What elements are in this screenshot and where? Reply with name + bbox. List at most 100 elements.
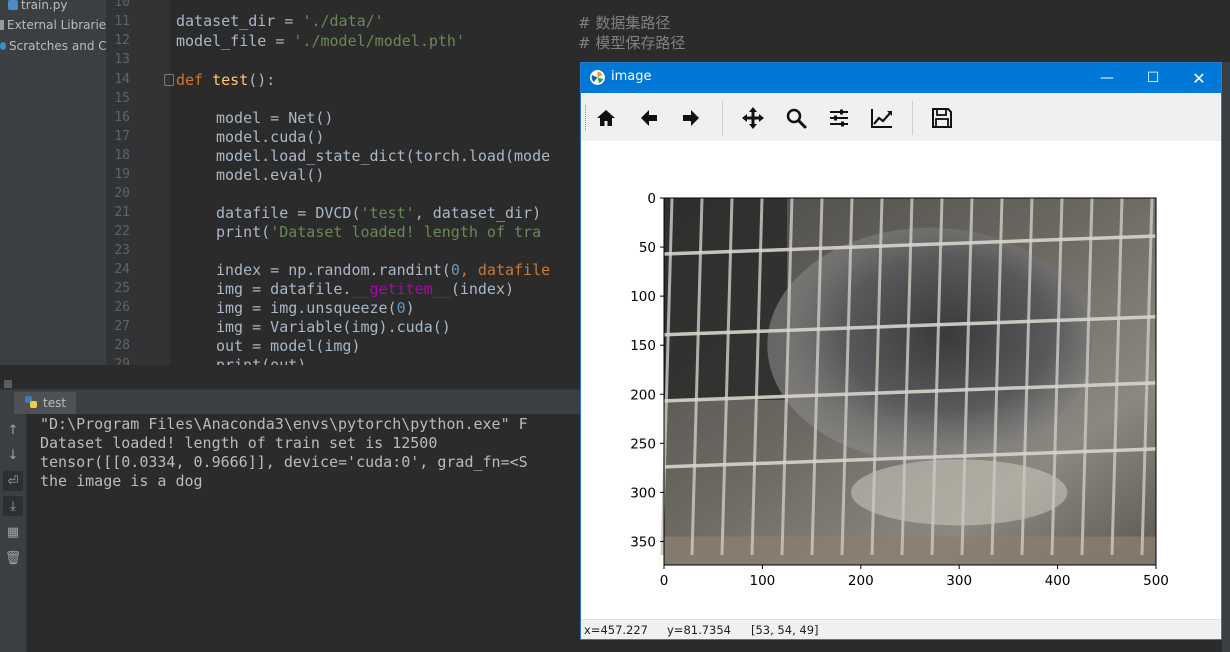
scrollbar-thumb[interactable]	[4, 380, 12, 388]
line-number: 25	[114, 281, 130, 296]
code-line-11: dataset_dir = './data/'	[176, 12, 384, 30]
print-icon[interactable]: ▦	[3, 522, 23, 542]
project-file-train[interactable]: train.py	[8, 0, 67, 15]
line-number: 11	[114, 14, 130, 29]
project-external-libraries[interactable]: External Libraries	[0, 15, 106, 35]
photo-dark-region	[664, 198, 787, 400]
edit-axis-icon[interactable]	[867, 103, 897, 133]
y-tick-label: 350	[630, 534, 656, 550]
editor-horizontal-scrollbar[interactable]	[0, 365, 580, 380]
x-tick-label: 100	[750, 573, 776, 589]
dog-light-fur	[850, 459, 1068, 526]
line-number: 27	[114, 319, 130, 334]
line-number: 19	[114, 167, 130, 182]
fold-marker-icon[interactable]	[164, 74, 174, 86]
line-number: 20	[114, 186, 130, 201]
configure-subplots-icon[interactable]	[824, 103, 854, 133]
line-number: 21	[114, 205, 130, 220]
run-toolbar: ↑ ↓ ⏎ ⤓ ▦ 🗑	[0, 414, 27, 652]
run-panel-header	[0, 390, 580, 415]
figure-window: image — ☐ ✕ 0 100 200 300 400 500 0 50 1…	[580, 62, 1222, 640]
python-icon	[24, 395, 38, 412]
y-tick-label: 0	[647, 191, 656, 207]
figure-canvas[interactable]: 0 100 200 300 400 500 0 50 100 150 200 250 300 350	[581, 141, 1221, 619]
code-line-19: model.eval()	[216, 166, 325, 184]
line-number: 14	[114, 72, 130, 87]
x-tick-label: 500	[1143, 573, 1169, 589]
minimize-icon[interactable]: —	[1084, 63, 1130, 93]
y-tick-label: 300	[630, 485, 656, 501]
line-number: 12	[114, 33, 130, 48]
code-line-22: print('Dataset loaded! length of tra	[216, 223, 542, 241]
code-line-24: index = np.random.randint(0, datafile	[216, 261, 551, 279]
down-arrow-icon[interactable]: ↓	[3, 445, 23, 465]
code-line-14: def test():	[176, 71, 276, 89]
figure-toolbar	[581, 93, 1221, 141]
code-line-27: img = Variable(img).cuda()	[216, 318, 451, 336]
scroll-to-end-icon[interactable]: ⤓	[3, 496, 23, 516]
code-comment-12: # 模型保存路径	[578, 34, 686, 52]
line-number: 23	[114, 243, 130, 258]
code-line-12: model_file = './model/model.pth'	[176, 32, 465, 50]
code-line-16: model = Net()	[216, 109, 334, 127]
toolbar-separator	[912, 101, 913, 135]
library-icon	[0, 20, 4, 30]
line-number: 28	[114, 338, 130, 353]
ide-right-edge	[1222, 62, 1230, 652]
figure-statusbar: x=457.227 y=81.7354 [53, 54, 49]	[581, 619, 1221, 639]
close-icon[interactable]: ✕	[1176, 63, 1221, 93]
y-tick-label: 100	[630, 289, 656, 305]
code-line-26: img = img.unsqueeze(0)	[216, 299, 415, 317]
code-line-21: datafile = DVCD('test', dataset_dir)	[216, 204, 542, 222]
forward-arrow-icon[interactable]	[676, 103, 706, 133]
line-number: 22	[114, 224, 130, 239]
code-comment-11: # 数据集路径	[578, 14, 671, 32]
x-tick-label: 400	[1045, 573, 1071, 589]
image-plot[interactable]: 0 100 200 300 400 500 0 50 100 150 200 250 300 350	[581, 141, 1221, 619]
x-tick-label: 0	[660, 573, 669, 589]
code-line-17: model.cuda()	[216, 128, 325, 146]
console-line: Dataset loaded! length of train set is 1…	[40, 434, 438, 452]
toolbar-separator	[722, 101, 723, 135]
line-number: 13	[114, 52, 130, 67]
code-line-18: model.load_state_dict(torch.load(mode	[216, 147, 551, 165]
project-scratches[interactable]: Scratches and Consoles	[0, 36, 106, 56]
status-y: y=81.7354	[667, 623, 731, 637]
window-title: image	[611, 69, 652, 84]
line-number: 18	[114, 148, 130, 163]
console-line: "D:\Program Files\Anaconda3\envs\pytorch…	[40, 415, 528, 433]
pan-icon[interactable]	[738, 103, 768, 133]
code-line-25: img = datafile.__getitem__(index)	[216, 280, 515, 298]
run-tab-test[interactable]: test	[14, 392, 77, 414]
scratches-icon	[0, 42, 6, 50]
status-rgb: [53, 54, 49]	[751, 623, 819, 637]
zoom-icon[interactable]	[781, 103, 811, 133]
y-tick-label: 250	[630, 436, 656, 452]
status-x: x=457.227	[584, 623, 648, 637]
x-tick-label: 200	[848, 573, 874, 589]
line-number: 17	[114, 129, 130, 144]
soft-wrap-icon[interactable]: ⏎	[3, 471, 23, 491]
back-arrow-icon[interactable]	[634, 103, 664, 133]
toolbar-grip	[585, 105, 589, 131]
home-icon[interactable]	[591, 103, 621, 133]
maximize-icon[interactable]: ☐	[1130, 63, 1176, 93]
y-tick-label: 200	[630, 387, 656, 403]
up-arrow-icon[interactable]: ↑	[3, 420, 23, 440]
window-titlebar[interactable]: image — ☐ ✕	[581, 63, 1221, 93]
trash-icon[interactable]: 🗑	[3, 548, 23, 568]
line-number: 15	[114, 91, 130, 106]
python-file-icon	[8, 0, 18, 10]
line-number: 24	[114, 262, 130, 277]
x-tick-label: 300	[946, 573, 972, 589]
save-icon[interactable]	[927, 103, 957, 133]
y-tick-label: 50	[639, 240, 656, 256]
line-number: 16	[114, 110, 130, 125]
code-line-29: print(out)	[216, 356, 307, 365]
matplotlib-icon	[590, 70, 605, 85]
console-line: tensor([[0.0334, 0.9666]], device='cuda:…	[40, 453, 528, 471]
code-line-28: out = model(img)	[216, 337, 361, 355]
line-number: 10	[114, 0, 130, 10]
project-panel: train.py External Libraries Scratches an…	[0, 0, 106, 380]
console-line: the image is a dog	[40, 472, 203, 490]
